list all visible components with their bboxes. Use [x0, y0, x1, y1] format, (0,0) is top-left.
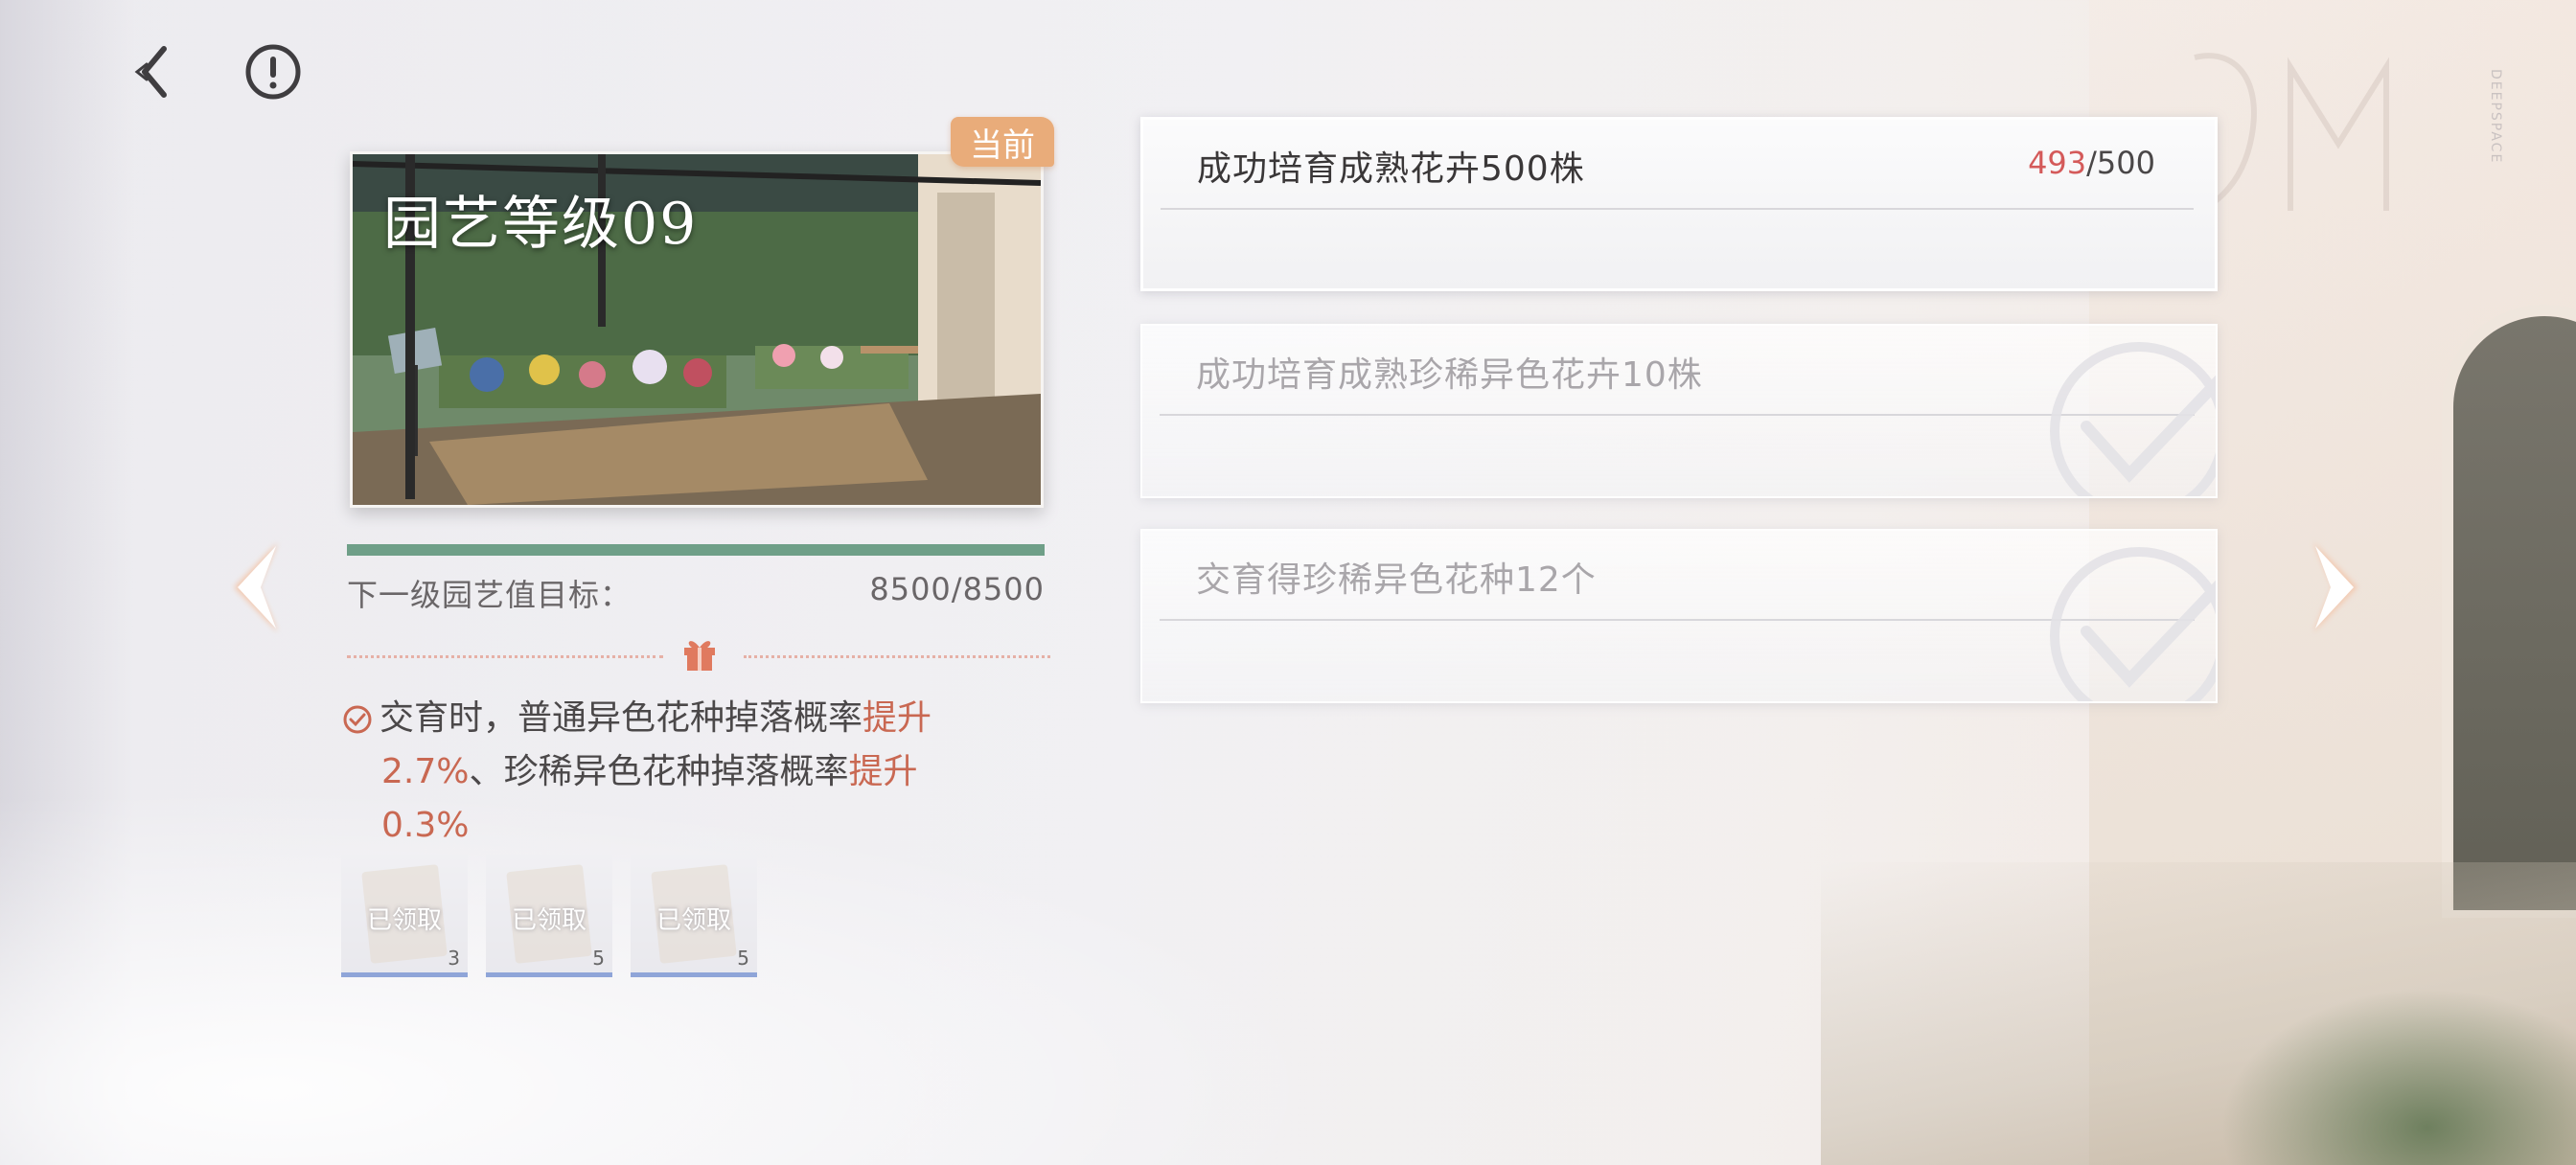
reward-item[interactable]: 已领取 5	[631, 855, 757, 977]
item-claimed-label: 已领取	[366, 906, 442, 935]
divider-right	[744, 655, 1050, 658]
task-text: 交育得珍稀异色花种12个	[1196, 560, 1597, 600]
previous-level-arrow-icon[interactable]	[220, 535, 297, 640]
item-quantity: 5	[737, 947, 749, 970]
task-text: 成功培育成熟花卉500株	[1197, 149, 1585, 189]
reward-item[interactable]: 已领取 3	[341, 855, 468, 977]
task-progress-total: /500	[2086, 145, 2155, 181]
reward-text-2: 2.7%	[381, 752, 470, 791]
item-quantity: 5	[592, 947, 605, 970]
task-text: 成功培育成熟珍稀异色花卉10株	[1196, 355, 1703, 395]
task-divider	[1160, 619, 2195, 621]
reward-text-4: 0.3%	[381, 806, 470, 845]
vertical-brand-text: DEEPSPACE	[2488, 69, 2503, 165]
item-claimed-label: 已领取	[511, 906, 586, 935]
info-button[interactable]	[240, 38, 307, 105]
reward-text-3: 、珍稀异色花种掉落概率	[469, 752, 849, 791]
reward-highlight-1: 提升	[862, 698, 932, 738]
level-progress-fill	[347, 544, 1045, 556]
check-circle-icon	[343, 705, 372, 734]
item-quantity: 3	[448, 947, 460, 970]
background-arch-window	[2453, 316, 2576, 910]
item-rarity-bar	[486, 972, 612, 977]
item-rarity-bar	[631, 972, 757, 977]
task-progress: 493/500	[2028, 145, 2155, 181]
item-claimed-label: 已领取	[656, 906, 731, 935]
level-progress-bar	[347, 544, 1045, 556]
task-row[interactable]: 成功培育成熟花卉500株 493/500	[1140, 117, 2218, 291]
task-row[interactable]: 交育得珍稀异色花种12个	[1140, 529, 2218, 703]
divider-left	[347, 655, 663, 658]
background-plants	[2204, 977, 2576, 1165]
reward-description: 交育时，普通异色花种掉落概率提升 2.7%、珍稀异色花种掉落概率提升 0.3%	[341, 692, 1050, 853]
task-divider	[1161, 208, 2194, 210]
back-button[interactable]	[123, 38, 190, 105]
task-divider	[1160, 414, 2195, 416]
target-label: 下一级园艺值目标：	[347, 577, 632, 613]
back-arrow-icon	[134, 46, 167, 98]
gift-icon	[684, 641, 715, 671]
reward-highlight-2: 提升	[848, 752, 918, 791]
completed-check-icon	[2050, 547, 2216, 701]
task-progress-current: 493	[2028, 145, 2087, 181]
current-badge: 当前	[951, 117, 1054, 167]
target-value: 8500/8500	[869, 571, 1045, 607]
next-level-arrow-icon[interactable]	[2294, 535, 2371, 640]
item-rarity-bar	[341, 972, 468, 977]
task-row[interactable]: 成功培育成熟珍稀异色花卉10株	[1140, 324, 2218, 498]
reward-text-1: 交育时，普通异色花种掉落概率	[380, 698, 863, 738]
level-card-image: 园艺等级09	[350, 151, 1044, 508]
level-title: 园艺等级09	[383, 191, 699, 258]
completed-check-icon	[2050, 342, 2216, 496]
reward-item[interactable]: 已领取 5	[486, 855, 612, 977]
exclamation-circle-icon	[245, 44, 301, 100]
